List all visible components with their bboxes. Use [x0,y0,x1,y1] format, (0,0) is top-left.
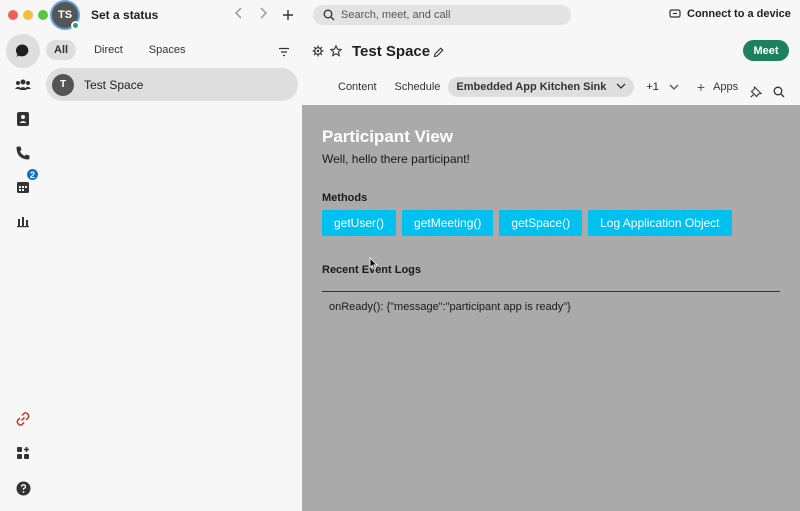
space-list-panel: All Direct Spaces T Test Space [46,30,302,511]
meet-button[interactable]: Meet [743,40,789,61]
settings-gear-icon[interactable] [312,44,324,62]
chevron-down-icon [669,84,679,90]
favorite-star-icon[interactable] [329,44,343,62]
rail-analytics[interactable] [8,206,38,236]
contacts-icon [17,112,29,126]
space-header: Test Space Meet Content Schedule Embedde… [302,30,800,105]
calendar-badge: 2 [26,168,39,181]
space-search-icon[interactable] [773,85,785,103]
rail-calling[interactable] [8,138,38,168]
rail-messaging[interactable] [6,34,40,68]
app-heading: Participant View [322,127,454,146]
more-tabs-dropdown[interactable]: +1 [646,81,679,93]
space-list-item-name: Test Space [84,77,144,92]
space-avatar: T [52,73,74,96]
analytics-icon [17,217,29,228]
space-tabs: Content Schedule Embedded App Kitchen Si… [338,77,738,97]
rail-help[interactable] [8,473,38,503]
filter-tabs: All Direct Spaces [46,40,204,60]
search-bar[interactable] [313,5,571,25]
chevron-down-icon [616,83,626,89]
embedded-app-frame: Participant View Well, hello there parti… [302,105,800,511]
forward-arrow-icon[interactable] [258,6,268,23]
edit-pencil-icon[interactable] [433,45,444,63]
tab-content[interactable]: Content [338,81,377,93]
mouse-cursor-icon [369,257,378,275]
event-log-entry: onReady(): {"message":"participant app i… [329,301,571,313]
filter-spaces[interactable]: Spaces [141,40,194,60]
rail-link[interactable] [8,404,38,434]
profile-avatar-initials: TS [57,9,73,21]
search-input[interactable] [341,9,541,21]
tab-embedded-app-label: Embedded App Kitchen Sink [456,81,607,93]
get-user-button[interactable]: getUser() [322,210,397,236]
space-view: Test Space Meet Content Schedule Embedde… [302,30,800,511]
method-buttons: getUser() getMeeting() getSpace() Log Ap… [322,210,738,236]
back-arrow-icon[interactable] [234,6,244,23]
connect-device-button[interactable]: Connect to a device [669,8,791,20]
profile-avatar[interactable]: TS [52,2,80,30]
space-title: Test Space [352,43,431,60]
connect-device-label: Connect to a device [687,8,791,20]
pin-icon[interactable] [750,85,763,103]
title-bar: TS Set a status Connect to a device [0,0,800,30]
plus-icon: + [696,79,706,95]
filter-options-icon[interactable] [278,44,290,62]
rail-teams[interactable] [8,70,38,100]
log-application-object-button[interactable]: Log Application Object [588,210,732,236]
window-minimize-button[interactable] [23,10,33,20]
tab-schedule[interactable]: Schedule [395,81,441,93]
filter-direct[interactable]: Direct [86,40,131,60]
calendar-icon [17,182,29,193]
new-plus-icon[interactable] [282,4,294,31]
phone-icon [16,146,30,160]
window-close-button[interactable] [8,10,18,20]
space-list-item[interactable]: T Test Space [46,68,298,101]
window-maximize-button[interactable] [38,10,48,20]
apps-grid-icon [17,447,29,459]
chat-icon [16,44,29,57]
app-greeting: Well, hello there participant! [322,152,470,166]
presence-dot [71,21,80,30]
rail-contacts[interactable] [8,104,38,134]
add-apps-label: Apps [713,81,739,93]
rail-calendar[interactable]: 2 [8,168,39,202]
search-icon [323,9,335,21]
navigation-rail: 2 [0,30,46,511]
help-icon [16,481,30,495]
tab-embedded-app[interactable]: Embedded App Kitchen Sink [448,77,635,97]
set-status-link[interactable]: Set a status [91,8,158,22]
add-apps-button[interactable]: + Apps [697,79,738,95]
get-space-button[interactable]: getSpace() [499,210,583,236]
rail-apps[interactable] [8,438,38,468]
link-icon [16,412,30,426]
methods-heading: Methods [322,192,368,204]
teams-icon [15,79,31,90]
more-tabs-count: +1 [646,81,659,93]
filter-all[interactable]: All [46,40,77,60]
device-icon [669,9,681,18]
event-logs-divider [322,291,780,292]
get-meeting-button[interactable]: getMeeting() [402,210,494,236]
